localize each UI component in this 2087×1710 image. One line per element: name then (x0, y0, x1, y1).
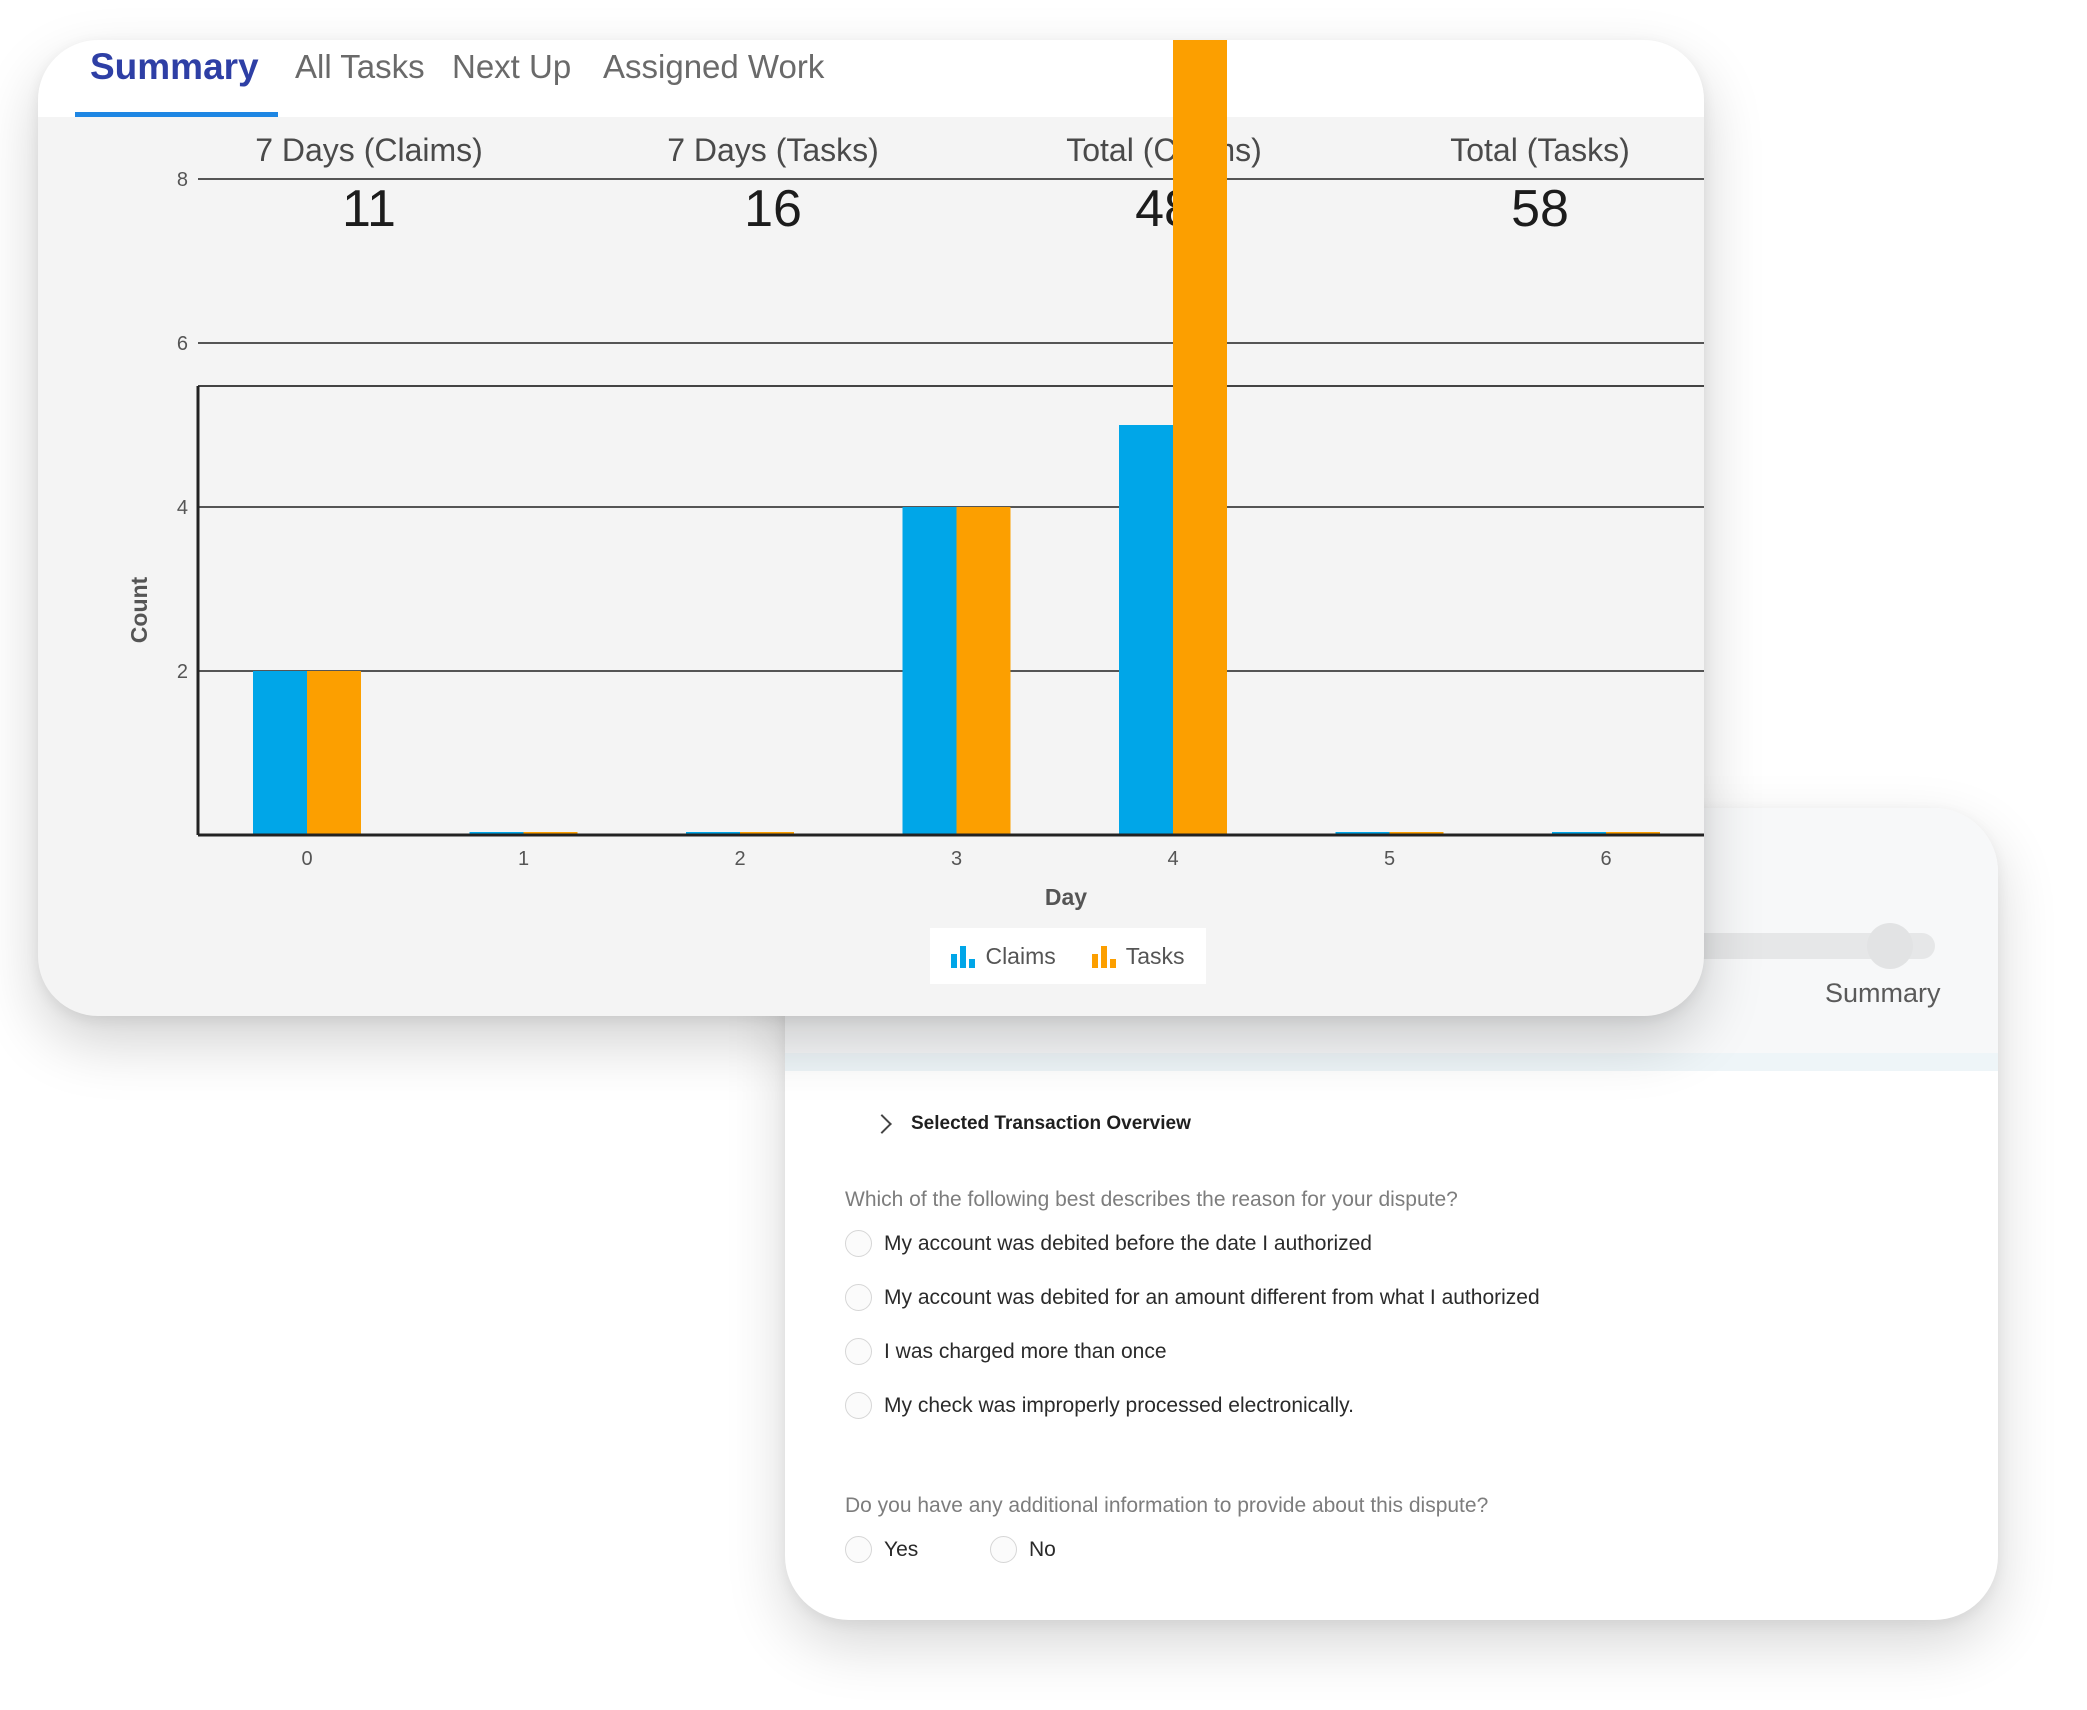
x-tick-label: 2 (734, 848, 745, 870)
bar-claims-0 (253, 671, 307, 835)
day-count-bar-chart: 2468100123456DayCount (126, 40, 1704, 910)
bar-tasks-3 (956, 507, 1011, 835)
stepper-label: Summary (1825, 978, 1941, 1008)
legend-item-claims[interactable]: Claims (951, 942, 1056, 970)
dispute-reason-question: Which of the following best describes th… (845, 1188, 1458, 1211)
x-tick-label: 6 (1600, 848, 1611, 870)
radio-button[interactable] (845, 1536, 872, 1563)
legend-label: Tasks (1125, 942, 1185, 969)
chevron-right-icon (872, 1114, 892, 1134)
additional-info-question: Do you have any additional information t… (845, 1494, 1489, 1517)
y-axis-title: Count (126, 576, 152, 643)
bar-claims-3 (902, 507, 957, 835)
reason-option-label: My account was debited before the date I… (884, 1231, 1372, 1255)
reason-option-3[interactable]: My check was improperly processed electr… (845, 1392, 1354, 1419)
y-tick-label: 4 (177, 497, 188, 519)
radio-button[interactable] (845, 1284, 872, 1311)
legend-label: Claims (985, 942, 1056, 969)
bar-tasks-4 (1173, 40, 1227, 835)
x-tick-label: 1 (518, 848, 529, 870)
y-tick-label: 2 (177, 661, 188, 683)
radio-button[interactable] (845, 1230, 872, 1257)
x-tick-label: 0 (301, 848, 312, 870)
y-tick-label: 8 (177, 169, 188, 191)
reason-option-label: I was charged more than once (884, 1339, 1167, 1363)
reason-option-1[interactable]: My account was debited for an amount dif… (845, 1284, 1540, 1311)
radio-button[interactable] (845, 1392, 872, 1419)
chart-legend: Claims Tasks (930, 928, 1206, 984)
bar-tasks-0 (307, 671, 361, 835)
reason-option-2[interactable]: I was charged more than once (845, 1338, 1167, 1365)
yes-label: Yes (884, 1537, 919, 1561)
x-axis-title: Day (1045, 884, 1087, 910)
radio-button[interactable] (990, 1536, 1017, 1563)
x-tick-label: 3 (951, 848, 962, 870)
additional-info-yes[interactable]: Yes (845, 1536, 918, 1563)
reason-option-label: My check was improperly processed electr… (884, 1393, 1354, 1417)
reason-option-0[interactable]: My account was debited before the date I… (845, 1230, 1372, 1257)
form-header-divider (785, 1053, 1998, 1071)
radio-button[interactable] (845, 1338, 872, 1365)
no-label: No (1029, 1537, 1056, 1561)
bar-chart-icon (951, 944, 976, 968)
legend-item-tasks[interactable]: Tasks (1091, 942, 1185, 970)
additional-info-no[interactable]: No (990, 1536, 1056, 1563)
summary-dashboard-card: Summary All Tasks Next Up Assigned Work … (38, 40, 1704, 1016)
stepper-step-summary[interactable] (1867, 923, 1913, 969)
transaction-overview-toggle[interactable]: Selected Transaction Overview (872, 1113, 1191, 1135)
reason-option-label: My account was debited for an amount dif… (884, 1285, 1540, 1309)
bar-claims-4 (1119, 425, 1173, 835)
x-tick-label: 4 (1167, 848, 1178, 870)
overview-title: Selected Transaction Overview (911, 1113, 1191, 1134)
bar-chart-icon (1091, 944, 1116, 968)
y-tick-label: 6 (177, 333, 188, 355)
x-tick-label: 5 (1384, 848, 1395, 870)
